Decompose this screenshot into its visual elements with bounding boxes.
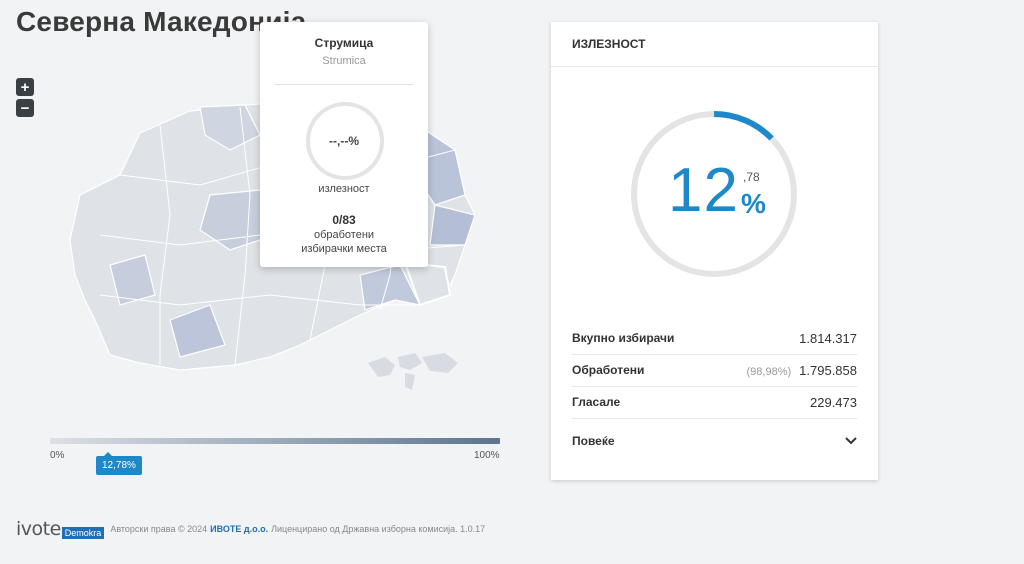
tooltip-turnout-label: излезност	[318, 183, 370, 195]
world-map-icon[interactable]	[368, 353, 458, 390]
footer-copyright: Авторски права © 2024	[110, 524, 208, 534]
turnout-legend-bar	[50, 438, 500, 444]
tooltip-processed-count: 0/83	[332, 213, 356, 227]
ivote-logo[interactable]: ivote	[16, 518, 61, 540]
tooltip-divider	[274, 84, 414, 85]
stat-row-total-voters: Вкупно избирачи 1.814.317	[572, 322, 857, 355]
more-toggle[interactable]: Повеќе	[572, 434, 857, 448]
panel-title: ИЗЛЕЗНОСТ	[551, 22, 878, 67]
footer: ivote Demokra Авторски права © 2024 ИВОТ…	[16, 518, 485, 540]
demokra-logo-tag[interactable]: Demokra	[61, 527, 105, 539]
turnout-integer: 12	[668, 156, 739, 225]
stat-row-processed: Обработени (98,98%) 1.795.858	[572, 354, 857, 387]
more-label: Повеќе	[572, 434, 615, 448]
legend-current-marker: 12,78%	[96, 452, 142, 475]
legend-max-label: 100%	[474, 450, 500, 461]
turnout-decimal: ,78	[743, 170, 760, 184]
turnout-percent-sign: %	[741, 188, 766, 219]
legend-min-label: 0%	[50, 450, 65, 461]
stat-row-voted: Гласале 229.473	[572, 386, 857, 419]
footer-license: Лиценцирано од Државна изборна комисија.…	[271, 524, 486, 534]
tooltip-municipality-name: Струмица	[314, 36, 374, 50]
zoom-out-button[interactable]: −	[16, 99, 34, 117]
zoom-in-button[interactable]: +	[16, 78, 34, 96]
chevron-down-icon	[845, 437, 857, 445]
tooltip-processed-label: обработени избирачки места	[301, 229, 387, 255]
tooltip-turnout-value: --,--%	[329, 134, 359, 148]
tooltip-municipality-latin: Strumica	[322, 55, 366, 67]
turnout-panel: ИЗЛЕЗНОСТ 12 ,78 % Вкупно избирачи 1.814…	[551, 22, 878, 480]
footer-company-link[interactable]: ИВОТЕ д.о.о.	[210, 524, 268, 534]
municipality-tooltip: Струмица Strumica --,--% излезност 0/83 …	[260, 22, 428, 267]
